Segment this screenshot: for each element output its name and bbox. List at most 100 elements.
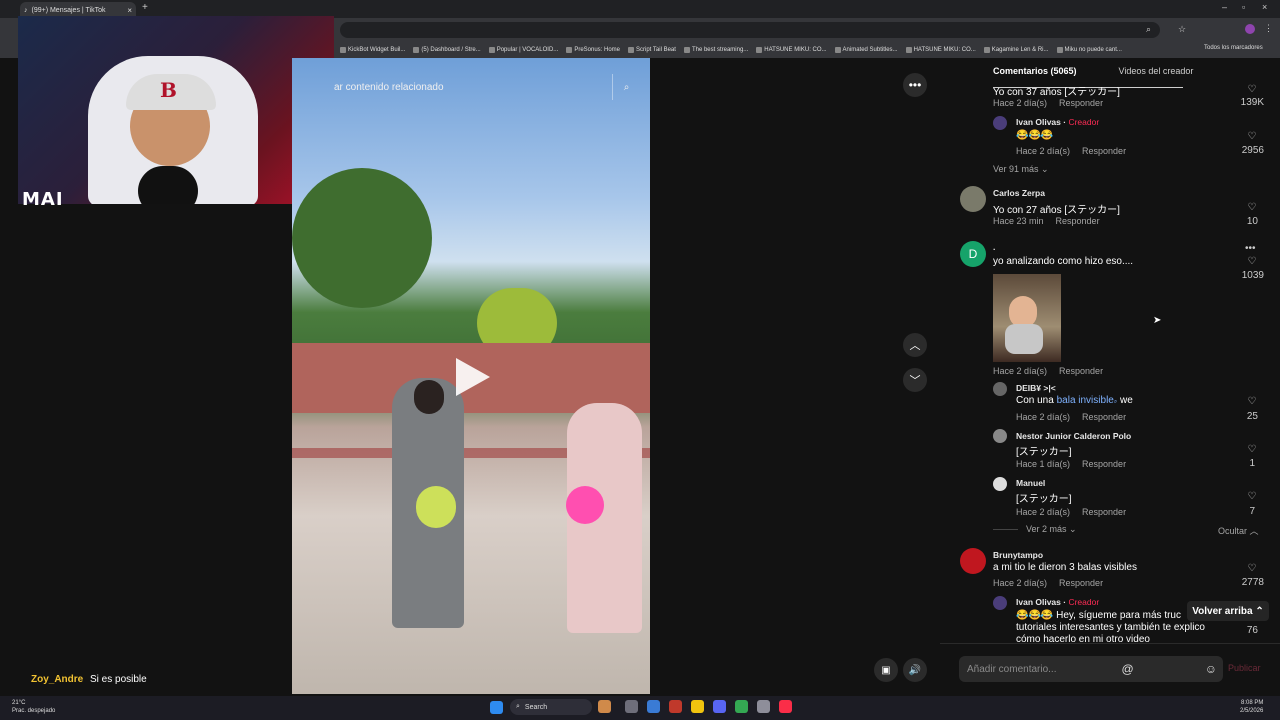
clock[interactable]: 8:08 PM 2/5/2026 [1240, 699, 1263, 715]
comment-author[interactable]: Ivan Olivas · Creador [1016, 597, 1099, 607]
maximize-icon[interactable]: ▫ [1242, 2, 1245, 12]
zoom-icon[interactable]: ⌕ [1146, 24, 1151, 35]
bookmark-item[interactable]: Script Tail Beat [628, 47, 676, 53]
reply-button[interactable]: Responder [1082, 507, 1126, 517]
avatar[interactable] [960, 186, 986, 212]
comment-text: 😂😂😂 Hey, sígueme para más truc [1016, 610, 1181, 621]
bookmark-item[interactable]: PreSonus: Home [566, 47, 620, 53]
star-icon[interactable]: ☆ [1178, 24, 1186, 35]
comment-author[interactable]: Brunytampo [993, 550, 1043, 560]
like-heart-icon[interactable]: ♡ [1237, 256, 1267, 267]
bookmark-item[interactable]: HATSUNE MIKU: CO... [905, 47, 976, 53]
play-icon[interactable] [456, 358, 490, 396]
profile-avatar[interactable] [1245, 24, 1255, 34]
comment-meta: Hace 2 día(s) Responder [993, 578, 1104, 588]
comment-author[interactable]: . [993, 242, 995, 252]
menu-kebab-icon[interactable]: ⋮ [1264, 23, 1273, 34]
like-heart-icon[interactable]: ♡ [1237, 131, 1267, 142]
bookmark-item[interactable]: Miku no puede cant... [1056, 47, 1122, 53]
next-video-icon[interactable]: ﹀ [903, 368, 927, 392]
reply-button[interactable]: Responder [1082, 412, 1126, 422]
previous-video-icon[interactable]: ︿ [903, 333, 927, 357]
publish-button[interactable]: Publicar [1228, 663, 1261, 673]
weather-widget[interactable]: 21°C Prac. despejado [12, 699, 55, 715]
view-more-replies[interactable]: Ver 2 más ⌄ [1026, 524, 1077, 535]
bookmark-item[interactable]: HATSUNE MIKU: CO... [756, 47, 827, 53]
app-icon[interactable] [647, 700, 660, 713]
app-icon[interactable] [669, 700, 682, 713]
bookmark-item[interactable]: The best streaming... [683, 47, 748, 53]
bookmark-item[interactable]: Animated Subtitles... [834, 47, 898, 53]
comment-gif-image[interactable] [993, 274, 1061, 362]
reply-button[interactable]: Responder [1056, 216, 1100, 226]
close-window-icon[interactable]: × [1262, 2, 1267, 12]
app-icon[interactable] [757, 700, 770, 713]
avatar[interactable] [993, 596, 1007, 610]
related-search-bar[interactable]: ar contenido relacionado ⌕ [334, 74, 640, 100]
reply-button[interactable]: Responder [1059, 366, 1103, 376]
like-heart-icon[interactable]: ♡ [1237, 444, 1267, 455]
all-bookmarks-folder[interactable]: Todos los marcadores [1204, 45, 1263, 51]
bookmark-item[interactable]: Kagamine Len & Ri... [983, 47, 1049, 53]
search-input[interactable]: ar contenido relacionado [334, 82, 444, 93]
panel-tabs: Comentarios (5065) Videos del creador [940, 66, 1280, 86]
like-count: 2778 [1241, 577, 1264, 588]
more-options-icon[interactable]: ••• [903, 73, 927, 97]
search-link[interactable]: bala invisible [1057, 395, 1114, 406]
bookmark-item[interactable]: (5) Dashboard / Stre... [413, 47, 481, 53]
start-icon[interactable] [490, 701, 503, 714]
reply-button[interactable]: Responder [1082, 146, 1126, 156]
view-more-replies[interactable]: Ver 91 más ⌄ [993, 164, 1049, 175]
like-heart-icon[interactable]: ♡ [1237, 563, 1267, 574]
reply-button[interactable]: Responder [1059, 578, 1103, 588]
comment-author[interactable]: Ivan Olivas · Creador [1016, 117, 1099, 127]
miniplayer-icon[interactable]: ▣ [874, 658, 898, 682]
like-heart-icon[interactable]: ♡ [1237, 202, 1267, 213]
tab-title: (99+) Mensajes | TikTok [31, 6, 106, 14]
comment-meta: Hace 1 día(s) Responder [1016, 459, 1127, 469]
comment-author[interactable]: Carlos Zerpa [993, 188, 1045, 198]
close-tab-icon[interactable]: × [127, 6, 132, 15]
comment-author[interactable]: Manuel [1016, 478, 1045, 488]
minimize-icon[interactable]: – [1222, 2, 1227, 12]
back-to-top-button[interactable]: Volver arriba ⌃ [1187, 601, 1269, 621]
address-bar[interactable] [340, 22, 1160, 38]
taskbar-search[interactable]: ⌕ Search [510, 699, 592, 715]
bookmark-item[interactable]: KickBot Widget Buil... [340, 47, 405, 53]
widgets-icon[interactable] [598, 700, 611, 713]
tab-comments[interactable]: Comentarios (5065) [940, 66, 1077, 86]
mention-icon[interactable]: @ [1122, 662, 1134, 676]
like-heart-icon[interactable]: ♡ [1237, 491, 1267, 502]
search-icon[interactable]: ⌕ [612, 74, 640, 100]
like-heart-icon[interactable]: ♡ [1237, 84, 1267, 95]
file-explorer-icon[interactable] [691, 700, 704, 713]
avatar[interactable] [960, 548, 986, 574]
comment-author[interactable]: Nestor Junior Calderon Polo [1016, 431, 1131, 441]
task-view-icon[interactable] [625, 700, 638, 713]
avatar[interactable] [993, 382, 1007, 396]
comment-meta: Hace 2 día(s) Responder [1016, 412, 1127, 422]
comment-text: cómo hacerlo en mi otro video [1016, 634, 1150, 643]
new-tab-button[interactable]: + [142, 2, 148, 13]
reply-button[interactable]: Responder [1059, 98, 1103, 108]
like-heart-icon[interactable]: ♡ [1237, 396, 1267, 407]
comment-options-icon[interactable]: ••• [1245, 243, 1256, 254]
chrome-icon[interactable] [735, 700, 748, 713]
reply-button[interactable]: Responder [1082, 459, 1126, 469]
hide-replies[interactable]: Ocultar ︿ [1218, 524, 1259, 537]
volume-icon[interactable]: 🔊 [903, 658, 927, 682]
avatar[interactable]: D [960, 241, 986, 267]
tab-creator-videos[interactable]: Videos del creador [1119, 66, 1194, 86]
bookmark-item[interactable]: Popular | VOCALOID... [488, 47, 558, 53]
avatar[interactable] [993, 477, 1007, 491]
comment-meta: Hace 2 día(s) Responder [1016, 507, 1127, 517]
avatar[interactable] [993, 429, 1007, 443]
webcam-overlay: B [18, 16, 334, 204]
add-comment-input[interactable]: Añadir comentario... @ ☺ [959, 656, 1223, 682]
comment-author[interactable]: DEIB¥ >|< [1016, 383, 1056, 393]
avatar[interactable] [993, 116, 1007, 130]
emoji-icon[interactable]: ☺ [1205, 662, 1217, 676]
comment-meta: Hace 2 día(s) Responder [993, 98, 1104, 108]
music-app-icon[interactable] [779, 700, 792, 713]
discord-icon[interactable] [713, 700, 726, 713]
